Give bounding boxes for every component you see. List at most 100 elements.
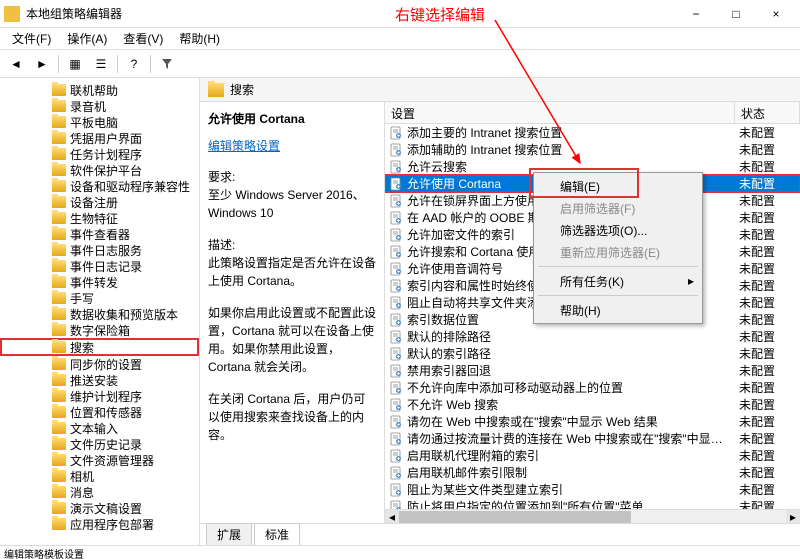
context-menu-label: 编辑(E) [560,178,600,195]
context-menu-label: 帮助(H) [560,302,601,319]
folder-icon [52,292,66,304]
tree-item[interactable]: 事件日志记录 [0,258,199,274]
list-row[interactable]: 禁用索引器回退未配置 [385,362,800,379]
filter-button[interactable] [155,53,179,75]
minimize-button[interactable]: − [676,1,716,27]
folder-icon [52,132,66,144]
tree-item[interactable]: 推送安装 [0,372,199,388]
tree-item[interactable]: 同步你的设置 [0,356,199,372]
tree-item[interactable]: 生物特征 [0,210,199,226]
tree-item-label: 文件资源管理器 [70,452,154,469]
help-button[interactable]: ? [122,53,146,75]
tree-item-label: 相机 [70,468,94,485]
tree-item[interactable]: 软件保护平台 [0,162,199,178]
tree-item[interactable]: 演示文稿设置 [0,500,199,516]
tab-extended[interactable]: 扩展 [206,523,252,545]
folder-icon [52,228,66,240]
list-row[interactable]: 添加主要的 Intranet 搜索位置未配置 [385,124,800,141]
setting-label: 不允许向库中添加可移动驱动器上的位置 [407,379,623,396]
list-row[interactable]: 默认的索引路径未配置 [385,345,800,362]
tree-item[interactable]: 相机 [0,468,199,484]
list-row[interactable]: 请勿在 Web 中搜索或在"搜索"中显示 Web 结果未配置 [385,413,800,430]
tree-item[interactable]: 数据收集和预览版本 [0,306,199,322]
tree-item[interactable]: 搜索 [0,338,199,356]
tree-item[interactable]: 文本输入 [0,420,199,436]
state-label: 未配置 [735,362,800,379]
context-menu-item[interactable]: 编辑(E) [536,175,700,197]
tree-item[interactable]: 凭据用户界面 [0,130,199,146]
menu-help[interactable]: 帮助(H) [171,28,228,49]
tree-item[interactable]: 消息 [0,484,199,500]
setting-label: 添加主要的 Intranet 搜索位置 [407,124,562,141]
scroll-right-icon[interactable]: ▸ [786,510,800,524]
edit-policy-link[interactable]: 编辑策略设置 [208,139,280,153]
tree-item[interactable]: 应用程序包部署 [0,516,199,532]
list-row[interactable]: 请勿通过按流量计费的连接在 Web 中搜索或在"搜索"中显…未配置 [385,430,800,447]
tree-item[interactable]: 设备和驱动程序兼容性 [0,178,199,194]
tree-item[interactable]: 事件查看器 [0,226,199,242]
context-menu-label: 所有任务(K) [560,273,624,290]
tree-item[interactable]: 事件转发 [0,274,199,290]
menu-view[interactable]: 查看(V) [115,28,171,49]
list-row[interactable]: 添加辅助的 Intranet 搜索位置未配置 [385,141,800,158]
menu-file[interactable]: 文件(F) [4,28,59,49]
tree-item[interactable]: 维护计划程序 [0,388,199,404]
list-row[interactable]: 不允许向库中添加可移动驱动器上的位置 未配置 [385,379,800,396]
tree-item[interactable]: 录音机 [0,98,199,114]
col-state[interactable]: 状态 [735,102,800,123]
tree-item[interactable]: 事件日志服务 [0,242,199,258]
list-row[interactable]: 启用联机邮件索引限制未配置 [385,464,800,481]
content-panel: 搜索 允许使用 Cortana 编辑策略设置 要求: 至少 Windows Se… [200,78,800,545]
tree-item[interactable]: 数字保险箱 [0,322,199,338]
back-button[interactable]: ◄ [4,53,28,75]
tree-item[interactable]: 手写 [0,290,199,306]
h-scrollbar[interactable]: ◂ ▸ [385,509,800,523]
tree-item[interactable]: 文件历史记录 [0,436,199,452]
policy-icon [389,432,403,446]
tree-item-label: 演示文稿设置 [70,500,142,517]
maximize-button[interactable]: □ [716,1,756,27]
details-button[interactable]: ▦ [63,53,87,75]
policy-icon [389,177,403,191]
col-setting[interactable]: 设置 [385,102,735,123]
tree-item[interactable]: 位置和传感器 [0,404,199,420]
tree-item[interactable]: 文件资源管理器 [0,452,199,468]
policy-icon [389,160,403,174]
menu-separator [538,295,698,296]
list-button[interactable]: ☰ [89,53,113,75]
menu-separator [538,266,698,267]
list-row[interactable]: 防止将用户指定的位置添加到"所有位置"菜单未配置 [385,498,800,509]
state-label: 未配置 [735,379,800,396]
tab-standard[interactable]: 标准 [254,523,300,545]
policy-icon [389,245,403,259]
scroll-left-icon[interactable]: ◂ [385,510,399,524]
state-label: 未配置 [735,192,800,209]
tree-panel[interactable]: 联机帮助录音机平板电脑凭据用户界面任务计划程序软件保护平台设备和驱动程序兼容性设… [0,78,200,545]
menu-action[interactable]: 操作(A) [59,28,115,49]
list-row[interactable]: 默认的排除路径未配置 [385,328,800,345]
context-menu-item[interactable]: 帮助(H) [536,299,700,321]
context-menu-item[interactable]: 所有任务(K)▸ [536,270,700,292]
folder-icon [52,148,66,160]
list-row[interactable]: 启用联机代理附箱的索引未配置 [385,447,800,464]
tree-item[interactable]: 设备注册 [0,194,199,210]
req-text: 至少 Windows Server 2016、Windows 10 [208,186,376,222]
tree-item[interactable]: 任务计划程序 [0,146,199,162]
list-row[interactable]: 阻止为某些文件类型建立索引未配置 [385,481,800,498]
folder-icon [52,276,66,288]
folder-icon [52,470,66,482]
state-label: 未配置 [735,430,800,447]
folder-icon [52,390,66,402]
folder-icon [52,260,66,272]
tree-item[interactable]: 平板电脑 [0,114,199,130]
tree-item[interactable]: 联机帮助 [0,82,199,98]
forward-button[interactable]: ► [30,53,54,75]
close-button[interactable]: × [756,1,796,27]
list-row[interactable]: 不允许 Web 搜索未配置 [385,396,800,413]
policy-icon [389,313,403,327]
scroll-thumb[interactable] [399,511,631,523]
policy-icon [389,262,403,276]
folder-icon [52,454,66,466]
titlebar: 本地组策略编辑器 − □ × [0,0,800,28]
context-menu-item[interactable]: 筛选器选项(O)... [536,219,700,241]
